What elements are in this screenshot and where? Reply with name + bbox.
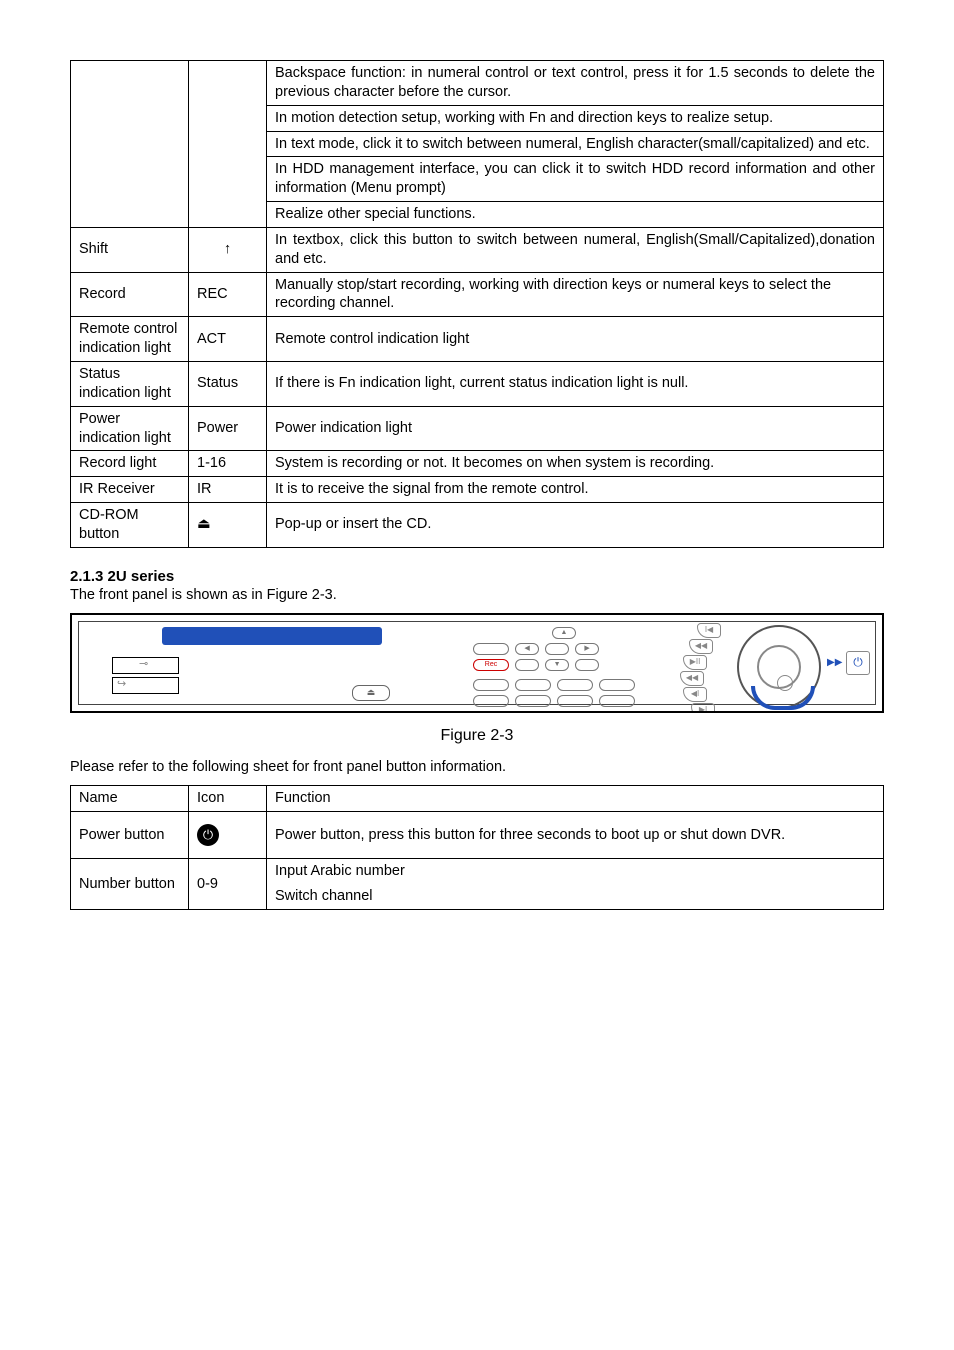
- cell-name: Remote control indication light: [71, 317, 189, 362]
- num-button: [557, 679, 593, 691]
- fastfwd-icon: ▶▶: [827, 657, 842, 668]
- cell-empty: [71, 61, 189, 228]
- right-button: ▶: [575, 643, 599, 655]
- cell-name: Status indication light: [71, 361, 189, 406]
- usb-slot: ⊸: [112, 657, 179, 674]
- cell-desc: In text mode, click it to switch between…: [267, 131, 884, 157]
- cell-name: CD-ROM button: [71, 503, 189, 548]
- header-function: Function: [267, 785, 884, 811]
- cell-desc: If there is Fn indication light, current…: [267, 361, 884, 406]
- cell-icon: Status: [189, 361, 267, 406]
- cell-icon: ⏻: [189, 811, 267, 859]
- num-button: [473, 679, 509, 691]
- enter-button: [545, 643, 569, 655]
- cell-desc: Manually stop/start recording, working w…: [267, 272, 884, 317]
- num-button: [557, 711, 593, 713]
- header-name: Name: [71, 785, 189, 811]
- cell-icon: IR: [189, 477, 267, 503]
- figure-caption: Figure 2-3: [70, 727, 884, 745]
- num-button: [473, 695, 509, 707]
- cell-desc: Power indication light: [267, 406, 884, 451]
- num-button: [515, 695, 551, 707]
- up-button: ▲: [552, 627, 576, 639]
- fn-button: [473, 643, 509, 655]
- left-button: ◀: [515, 643, 539, 655]
- cell-icon: 1-16: [189, 451, 267, 477]
- num-button: [599, 711, 635, 713]
- section-heading: 2.1.3 2U series: [70, 568, 884, 585]
- num-button: [515, 711, 551, 713]
- cell-desc: Pop-up or insert the CD.: [267, 503, 884, 548]
- cell-name: Power indication light: [71, 406, 189, 451]
- shift-button: [575, 659, 599, 671]
- cell-icon: ACT: [189, 317, 267, 362]
- cell-name: IR Receiver: [71, 477, 189, 503]
- cell-desc: Switch channel: [267, 884, 884, 909]
- cell-name: Power button: [71, 811, 189, 859]
- rec-button: Rec: [473, 659, 509, 671]
- jog-inner: [757, 645, 801, 689]
- play-button: ▶II: [683, 655, 707, 670]
- cell-empty: [189, 61, 267, 228]
- control-button-grid: ▲ ◀ ▶ Rec ▼: [472, 625, 667, 713]
- jog-arc: [751, 686, 815, 710]
- fastfwd-button: ◀◀: [680, 671, 704, 686]
- front-panel-figure: ⊸ ↪ ⏏ ▲ ◀ ▶ Rec ▼: [70, 613, 884, 713]
- cell-desc: Power button, press this button for thre…: [267, 811, 884, 859]
- esc-button: [515, 659, 539, 671]
- header-icon: Icon: [189, 785, 267, 811]
- num-button: [473, 711, 509, 713]
- shift-icon: ↑: [189, 227, 267, 272]
- cell-desc: Backspace function: in numeral control o…: [267, 61, 884, 106]
- jog-dial: [737, 625, 821, 709]
- panel-button-info-table: Name Icon Function Power button ⏻ Power …: [70, 785, 884, 910]
- section-intro: The front panel is shown as in Figure 2-…: [70, 587, 884, 603]
- cell-desc: Realize other special functions.: [267, 202, 884, 228]
- cell-desc: In textbox, click this button to switch …: [267, 227, 884, 272]
- button-reference-table-continued: Backspace function: in numeral control o…: [70, 60, 884, 548]
- cell-icon: 0-9: [189, 859, 267, 910]
- cell-name: Record: [71, 272, 189, 317]
- num-button: [599, 695, 635, 707]
- cell-desc: In motion detection setup, working with …: [267, 105, 884, 131]
- cell-icon: REC: [189, 272, 267, 317]
- num-button: [599, 679, 635, 691]
- power-button: ⏻: [846, 651, 870, 675]
- cell-desc: It is to receive the signal from the rem…: [267, 477, 884, 503]
- cell-desc: In HDD management interface, you can cli…: [267, 157, 884, 202]
- eject-button: ⏏: [352, 685, 390, 701]
- led-indicator-strip: [162, 627, 382, 645]
- num-button: [557, 695, 593, 707]
- prev-track-button: I◀: [697, 623, 721, 638]
- cell-desc: Input Arabic number: [267, 859, 884, 884]
- power-icon: ⏻: [197, 824, 219, 846]
- num-button: [515, 679, 551, 691]
- cell-name: Record light: [71, 451, 189, 477]
- cell-name: Number button: [71, 859, 189, 910]
- cf-slot: ↪: [112, 677, 179, 694]
- cell-name: Shift: [71, 227, 189, 272]
- table-note: Please refer to the following sheet for …: [70, 759, 884, 775]
- down-button: ▼: [545, 659, 569, 671]
- cell-desc: Remote control indication light: [267, 317, 884, 362]
- next-track-button: ▶I: [691, 703, 715, 713]
- cell-desc: System is recording or not. It becomes o…: [267, 451, 884, 477]
- eject-icon: ⏏: [189, 503, 267, 548]
- cell-icon: Power: [189, 406, 267, 451]
- rewind-button: ◀◀: [689, 639, 713, 654]
- stepback-button: ◀I: [683, 687, 707, 702]
